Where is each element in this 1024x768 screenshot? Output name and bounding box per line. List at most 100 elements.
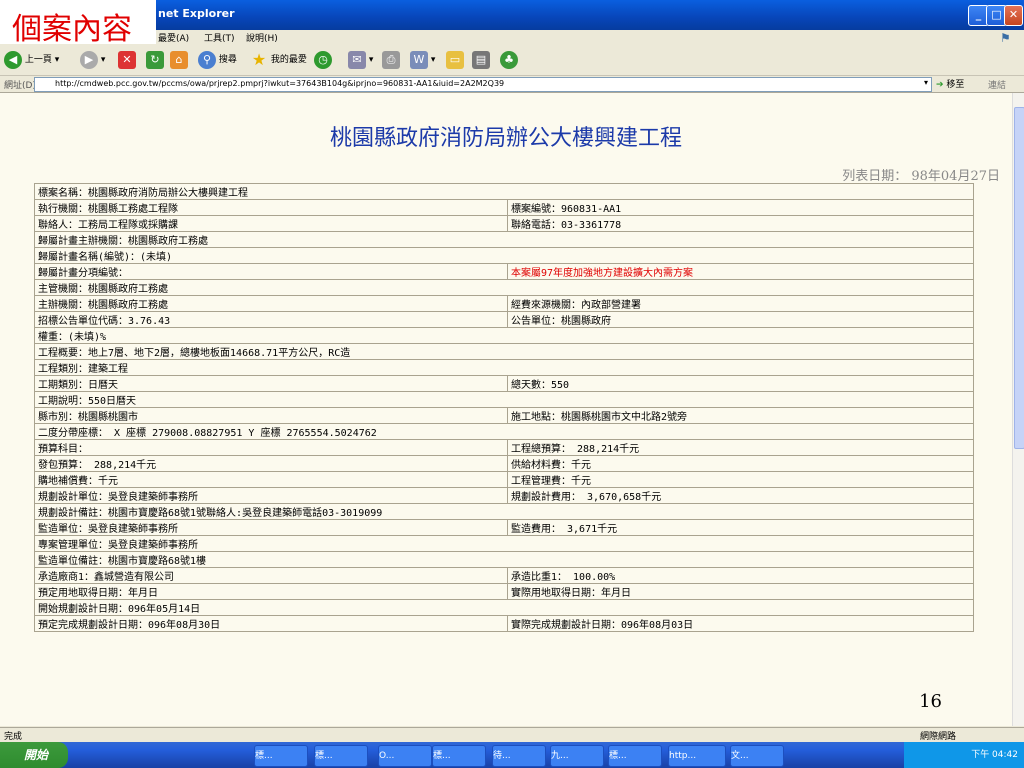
favorites-button[interactable]: ★ 我的最愛 <box>250 50 307 70</box>
mail-button[interactable]: ✉ ▾ <box>348 50 373 70</box>
cell-left: 執行機關：桃園縣工務處工程隊 <box>34 199 508 216</box>
cell-right: 經費來源機關：內政部營建署 <box>507 295 974 312</box>
table-row: 歸屬計畫主辦機關：桃園縣政府工務處 <box>34 231 974 248</box>
cell-left: 規劃設計單位：吳登良建築師事務所 <box>34 487 508 504</box>
cell-right: 公告單位：桃園縣政府 <box>507 311 974 328</box>
cell-left: 縣市別：桃園縣桃園市 <box>34 407 508 424</box>
table-row: 預算科目： 工程總預算： 288,214千元 <box>34 439 974 456</box>
taskbar-task[interactable]: http... <box>668 745 726 767</box>
table-row: 執行機關：桃園縣工務處工程隊 標案編號：960831-AA1 <box>34 199 974 216</box>
table-row: 預定用地取得日期：年月日 實際用地取得日期：年月日 <box>34 583 974 600</box>
table-row: 監造單位：吳登良建築師事務所 監造費用： 3,671千元 <box>34 519 974 536</box>
taskbar: 開始 標... 標... O... 標... 待... 九... 標... http... 文.… <box>0 742 1024 768</box>
messenger-button[interactable]: ♣ <box>500 50 518 70</box>
table-row: 工程概要：地上7層、地下2層，總樓地板面14668.71平方公尺，RC造 <box>34 343 974 360</box>
forward-button[interactable]: ▶ ▾ <box>80 50 105 70</box>
star-icon: ★ <box>251 49 267 69</box>
taskbar-task[interactable]: 九... <box>550 745 604 767</box>
menu-favorites[interactable]: 最愛(A) <box>158 31 189 44</box>
cell-left: 預定完成規劃設計日期：096年08月30日 <box>34 615 508 632</box>
taskbar-task[interactable]: 標... <box>608 745 662 767</box>
go-button[interactable]: ➔ 移至 <box>936 77 964 90</box>
menu-help[interactable]: 說明(H) <box>246 31 278 44</box>
cell-right: 施工地點：桃園縣桃園市文中北路2號旁 <box>507 407 974 424</box>
cell-left: 權重：(未填)% <box>34 327 974 344</box>
table-row: 規劃設計備註：桃園市寶慶路68號1號聯絡人:吳登良建築師電話03-3019099 <box>34 503 974 520</box>
taskbar-task[interactable]: 標... <box>254 745 308 767</box>
table-row: 標案名稱：桃園縣政府消防局辦公大樓興建工程 <box>34 183 974 200</box>
links-button[interactable]: 連結 <box>988 78 1006 91</box>
menu-tools[interactable]: 工具(T) <box>204 31 235 44</box>
edit-button[interactable]: W ▾ <box>410 50 435 70</box>
table-row: 專案管理單位：吳登良建築師事務所 <box>34 535 974 552</box>
back-arrow-icon: ◀ <box>4 50 22 69</box>
address-input[interactable]: http://cmdweb.pcc.gov.tw/pccms/owa/prjre… <box>34 77 932 92</box>
print-icon: ⎙ <box>382 50 400 69</box>
table-row: 縣市別：桃園縣桃園市 施工地點：桃園縣桃園市文中北路2號旁 <box>34 407 974 424</box>
research-button[interactable]: ▤ <box>472 50 490 70</box>
taskbar-task[interactable]: 標... <box>432 745 486 767</box>
table-row: 預定完成規劃設計日期：096年08月30日 實際完成規劃設計日期：096年08月0… <box>34 615 974 632</box>
cell-left: 二度分帶座標： X 座標 279008.08827951 Y 座標 276555… <box>34 423 974 440</box>
cell-left: 監造單位：吳登良建築師事務所 <box>34 519 508 536</box>
table-row: 發包預算： 288,214千元 供給材料費：千元 <box>34 455 974 472</box>
scrollbar-thumb[interactable] <box>1014 107 1024 449</box>
history-button[interactable]: ◷ <box>314 50 332 70</box>
taskbar-task[interactable]: 待... <box>492 745 546 767</box>
start-button[interactable]: 開始 <box>0 742 68 768</box>
table-row: 歸屬計畫分項編號： 本案屬97年度加強地方建設擴大內需方案 <box>34 263 974 280</box>
cell-left: 工期類別：日曆天 <box>34 375 508 392</box>
page-title: 桃園縣政府消防局辦公大樓興建工程 <box>329 126 682 151</box>
table-row: 工期類別：日曆天 總天數：550 <box>34 375 974 392</box>
print-button[interactable]: ⎙ <box>382 50 400 70</box>
table-row: 歸屬計畫名稱(編號)：(未填) <box>34 247 974 264</box>
cell-left: 購地補償費：千元 <box>34 471 508 488</box>
table-row: 權重：(未填)% <box>34 327 974 344</box>
cell-right: 供給材料費：千元 <box>507 455 974 472</box>
dropdown-arrow-icon[interactable]: ▾ <box>924 78 928 87</box>
cell-right: 監造費用： 3,671千元 <box>507 519 974 536</box>
close-button[interactable]: ✕ <box>1004 5 1023 26</box>
cell-left: 聯絡人：工務局工程隊或採購課 <box>34 215 508 232</box>
forward-arrow-icon: ▶ <box>80 50 98 69</box>
status-text: 完成 <box>4 732 23 742</box>
table-row: 招標公告單位代碼：3.76.43 公告單位：桃園縣政府 <box>34 311 974 328</box>
cell-left: 主管機關：桃園縣政府工務處 <box>34 279 974 296</box>
folder-icon: ▭ <box>446 50 464 69</box>
cell-left: 發包預算： 288,214千元 <box>34 455 508 472</box>
home-button[interactable]: ⌂ <box>170 50 188 70</box>
taskbar-task[interactable]: 標... <box>314 745 368 767</box>
cell-left: 專案管理單位：吳登良建築師事務所 <box>34 535 974 552</box>
taskbar-task[interactable]: 文... <box>730 745 784 767</box>
refresh-button[interactable]: ↻ <box>146 50 164 70</box>
cell-left: 招標公告單位代碼：3.76.43 <box>34 311 508 328</box>
go-arrow-icon: ➔ <box>936 80 944 90</box>
back-button[interactable]: ◀ 上一頁 ▾ <box>4 50 59 70</box>
status-bar: 完成 網際網路 <box>0 727 1024 742</box>
cell-right: 規劃設計費用： 3,670,658千元 <box>507 487 974 504</box>
table-row: 監造單位備註：桃園市寶慶路68號1樓 <box>34 551 974 568</box>
internet-zone: 網際網路 <box>920 732 957 742</box>
home-icon: ⌂ <box>170 50 188 69</box>
cell-left: 預定用地取得日期：年月日 <box>34 583 508 600</box>
search-icon: ⚲ <box>198 50 216 69</box>
taskbar-task[interactable]: O... <box>378 745 432 767</box>
mail-icon: ✉ <box>348 50 366 69</box>
cell-left: 工程概要：地上7層、地下2層，總樓地板面14668.71平方公尺，RC造 <box>34 343 974 360</box>
cell-right: 承造比重1： 100.00% <box>507 567 974 584</box>
cell-right: 實際完成規劃設計日期：096年08月03日 <box>507 615 974 632</box>
cell-left: 開始規劃設計日期：096年05月14日 <box>34 599 974 616</box>
table-row: 工期說明：550日曆天 <box>34 391 974 408</box>
cell-right: 工程管理費：千元 <box>507 471 974 488</box>
cell-left: 主辦機關：桃園縣政府工務處 <box>34 295 508 312</box>
table-row: 主管機關：桃園縣政府工務處 <box>34 279 974 296</box>
cell-left: 規劃設計備註：桃園市寶慶路68號1號聯絡人:吳登良建築師電話03-3019099 <box>34 503 974 520</box>
cell-right: 實際用地取得日期：年月日 <box>507 583 974 600</box>
cell-left: 歸屬計畫分項編號： <box>34 263 508 280</box>
stop-button[interactable]: ✕ <box>118 50 136 70</box>
search-button[interactable]: ⚲ 搜尋 <box>198 50 237 70</box>
vertical-scrollbar[interactable] <box>1012 93 1024 726</box>
address-url: http://cmdweb.pcc.gov.tw/pccms/owa/prjre… <box>55 79 505 88</box>
folder-button[interactable]: ▭ <box>446 50 464 70</box>
history-icon: ◷ <box>314 50 332 69</box>
